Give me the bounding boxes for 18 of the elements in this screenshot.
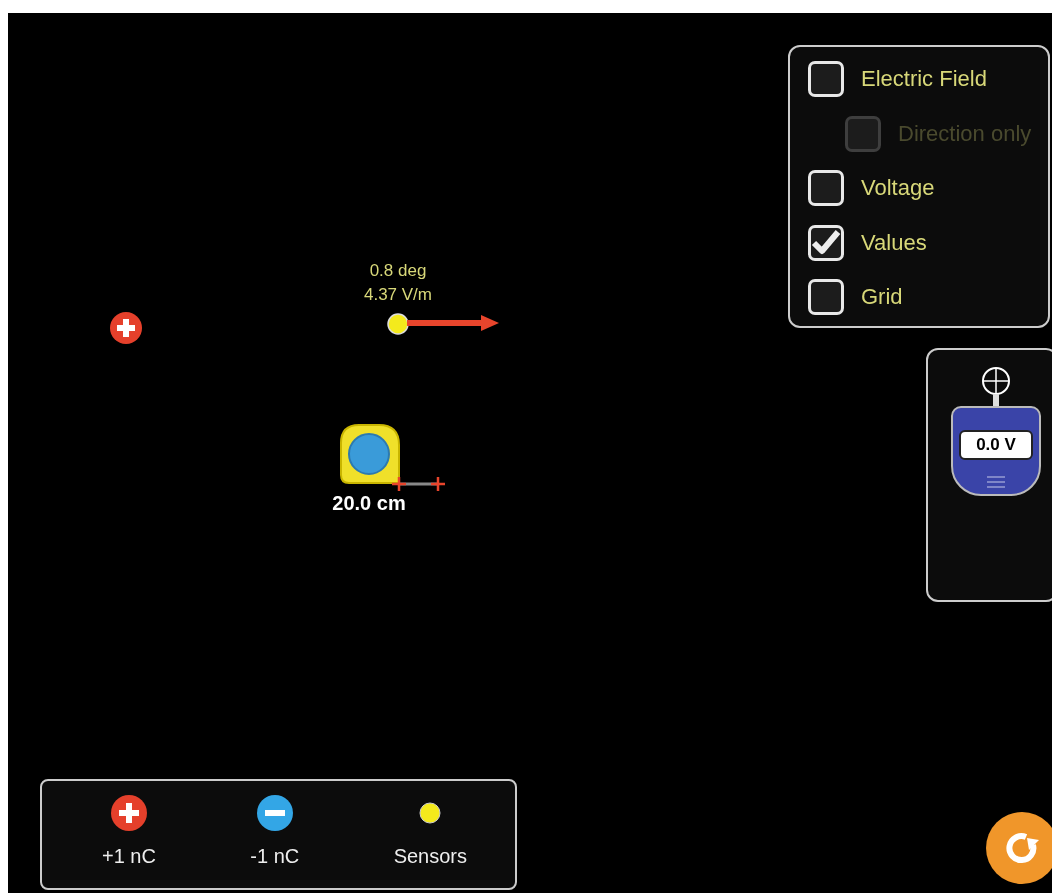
tool-label: Sensors	[393, 845, 467, 868]
sensor[interactable]	[387, 313, 409, 335]
checkbox-label: Voltage	[861, 175, 935, 201]
checkbox-label: Electric Field	[861, 66, 987, 92]
tape-reading: 20.0 cm	[331, 492, 407, 515]
angle-value: 0.8 deg	[369, 260, 427, 282]
positive-charge-icon[interactable]	[110, 795, 147, 831]
tool-label: +1 nC	[102, 845, 156, 868]
voltage-reading: 0.0 V	[959, 430, 1033, 460]
checkbox-label: Grid	[861, 284, 903, 310]
crosshair-icon[interactable]	[981, 366, 1011, 406]
checkbox-label: Direction only	[898, 120, 1032, 147]
field-value: 4.37 V/m	[363, 284, 432, 306]
positive-charge[interactable]	[110, 312, 142, 344]
checkbox-label: Values	[861, 229, 927, 256]
voltmeter[interactable]: 0.0 V	[951, 406, 1041, 496]
tool-label: -1 nC	[250, 845, 300, 868]
negative-charge-icon[interactable]	[256, 795, 293, 831]
